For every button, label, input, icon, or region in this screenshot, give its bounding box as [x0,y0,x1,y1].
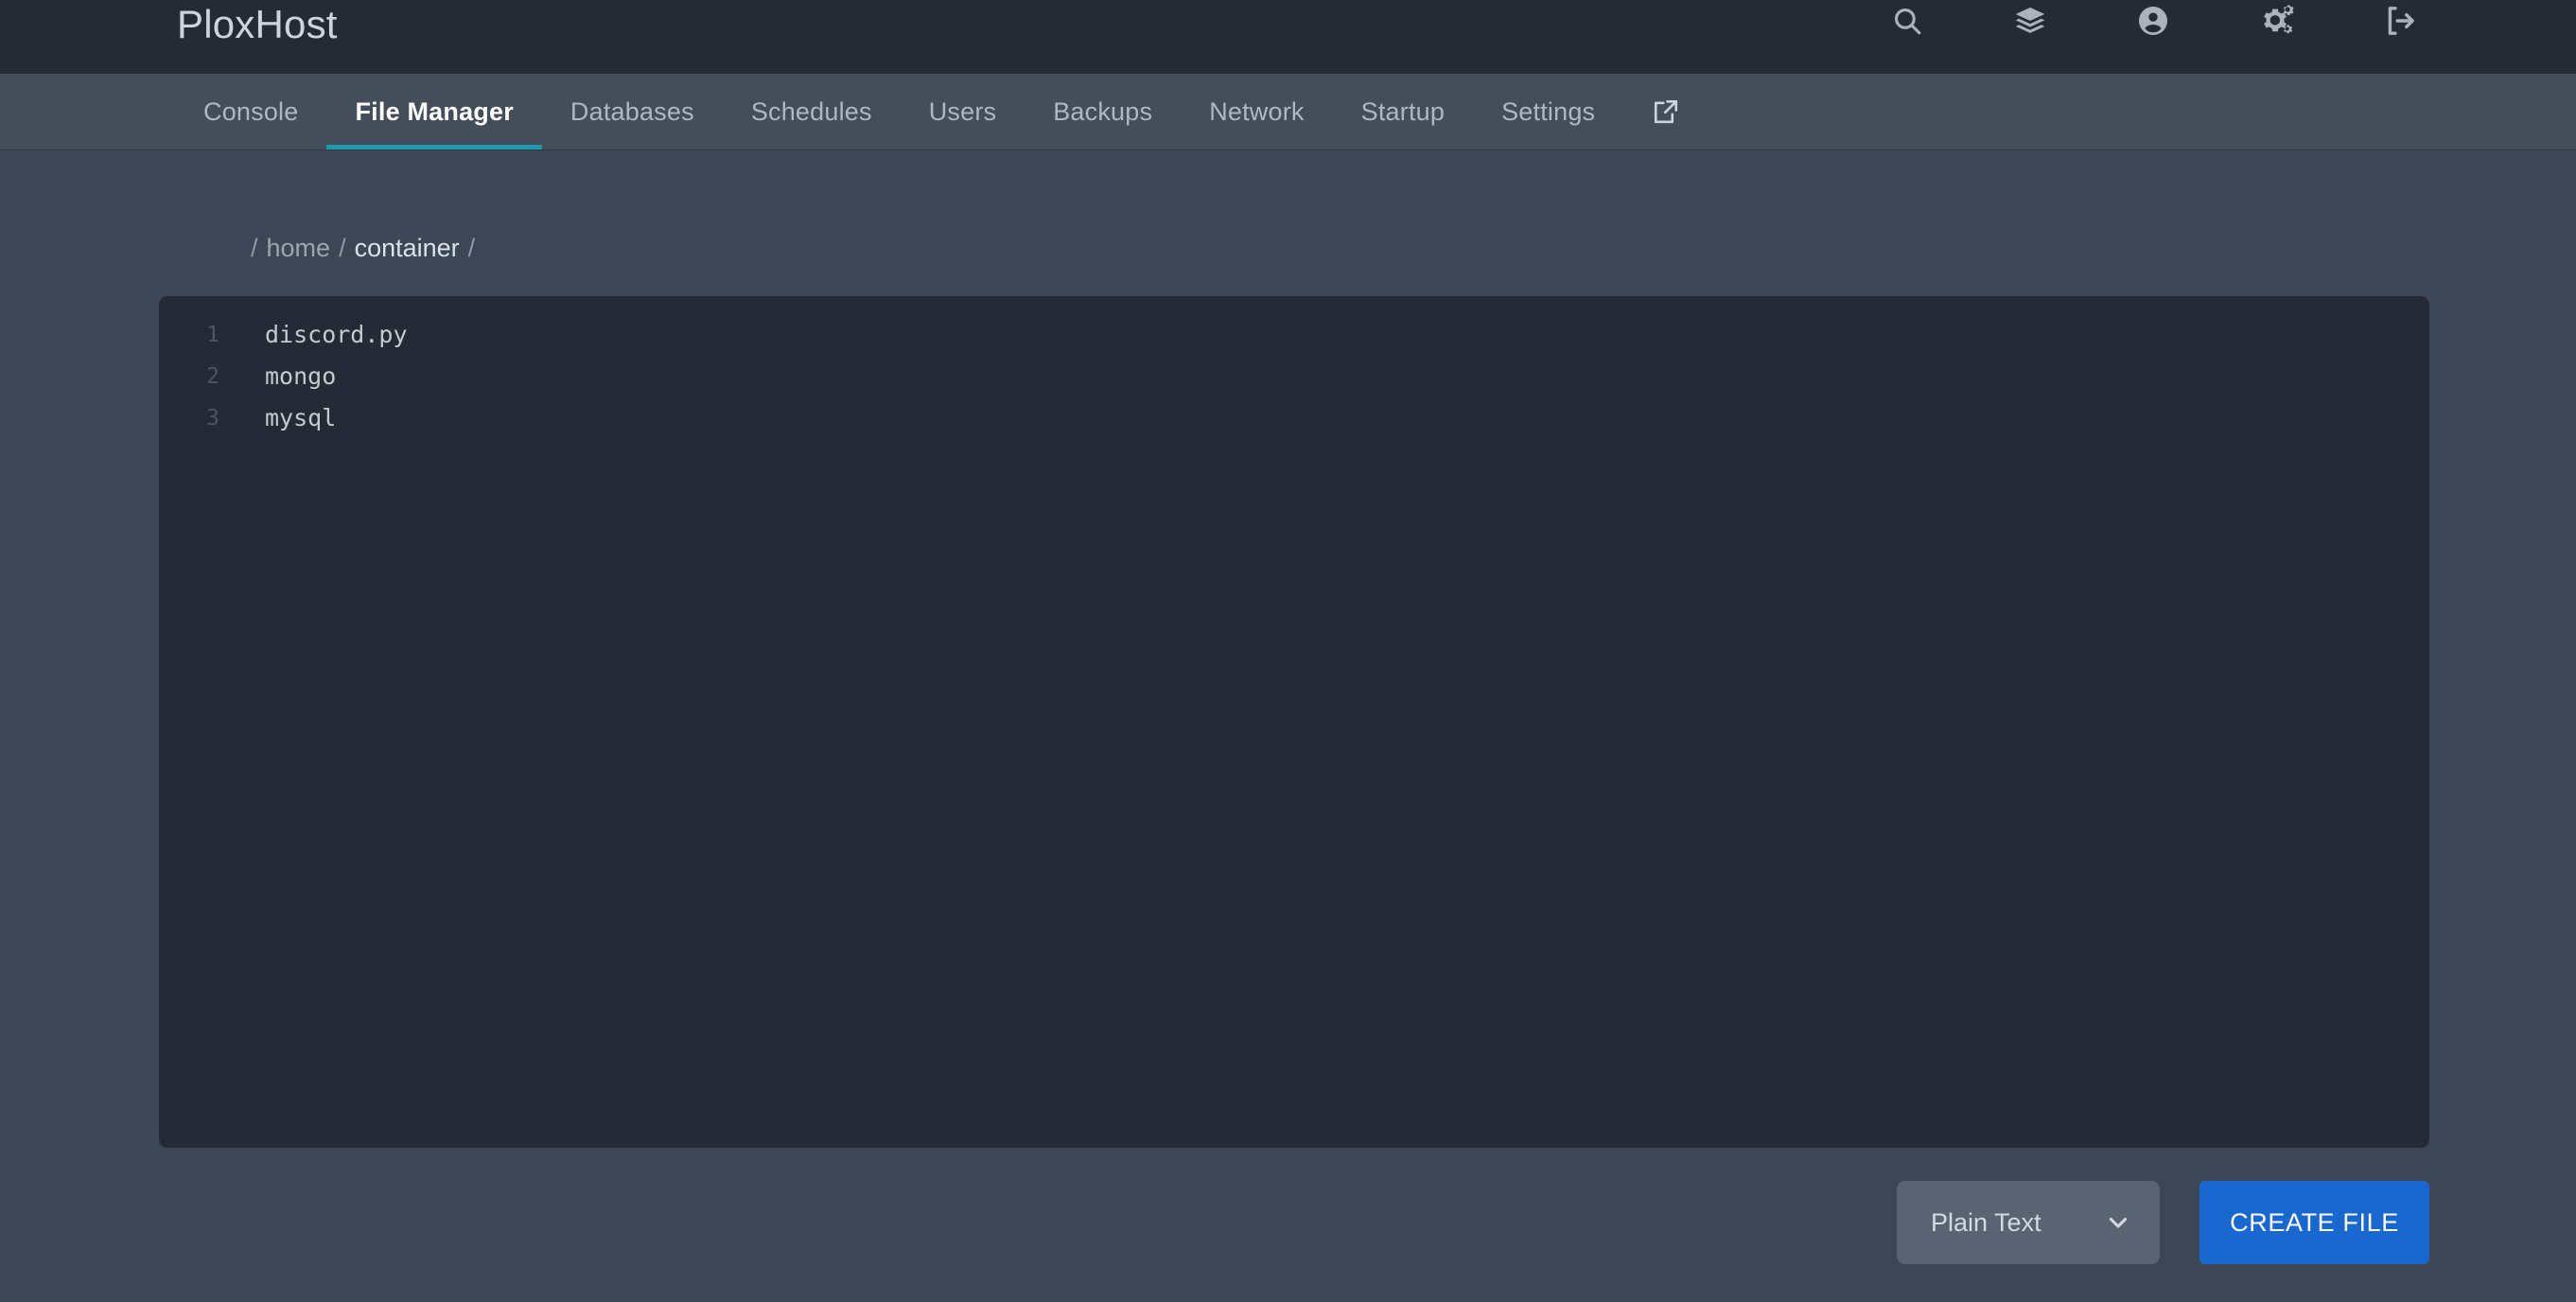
line-content[interactable]: discord.py [219,314,408,356]
editor-line-list: 1 discord.py 2 mongo 3 mysql [159,296,2429,439]
tab-backups-label: Backups [1053,97,1153,126]
top-header-bar: PloxHost [0,0,2576,74]
line-number: 2 [206,364,219,389]
tab-users-label: Users [928,97,997,126]
tab-network-label: Network [1209,97,1305,126]
line-number: 3 [206,406,219,431]
chevron-down-icon [2105,1209,2131,1236]
editor-line: 1 discord.py [159,314,2429,356]
language-select-value: Plain Text [1931,1207,2042,1237]
external-link-icon[interactable] [1623,74,1709,150]
tab-settings-label: Settings [1501,97,1596,126]
breadcrumb-item-home[interactable]: home [267,232,331,264]
line-content[interactable]: mongo [219,356,336,397]
account-circle-icon[interactable] [2132,0,2174,42]
logout-icon[interactable] [2378,0,2420,42]
tab-users[interactable]: Users [901,74,1025,150]
tab-file-manager[interactable]: File Manager [326,74,543,150]
main-content: / home / container / 1 discord.py 2 mong… [0,150,2576,1302]
nav-tab-list: Console File Manager Databases Schedules… [203,74,1709,150]
tab-settings[interactable]: Settings [1473,74,1623,150]
breadcrumb: / home / container / [251,232,483,264]
server-nav-bar: Console File Manager Databases Schedules… [0,74,2576,150]
tab-network[interactable]: Network [1181,74,1332,150]
tab-file-manager-label: File Manager [355,97,514,126]
breadcrumb-separator-1: / [339,234,346,262]
layers-icon[interactable] [2009,0,2051,42]
editor-line: 3 mysql [159,397,2429,439]
header-icon-group [1886,0,2420,42]
tab-console[interactable]: Console [203,74,326,150]
editor-action-row: Plain Text CREATE FILE [159,1180,2429,1265]
tab-schedules-label: Schedules [750,97,872,126]
brand-logo[interactable]: PloxHost [177,0,338,51]
tab-startup-label: Startup [1360,97,1446,126]
file-editor-panel[interactable]: 1 discord.py 2 mongo 3 mysql [159,296,2429,1148]
tab-startup[interactable]: Startup [1333,74,1473,150]
tab-schedules[interactable]: Schedules [723,74,901,150]
tab-databases[interactable]: Databases [542,74,723,150]
breadcrumb-separator-lead: / [251,234,258,262]
breadcrumb-item-container[interactable]: container [355,232,460,264]
tab-databases-label: Databases [570,97,694,126]
editor-line: 2 mongo [159,356,2429,397]
language-select[interactable]: Plain Text [1897,1181,2160,1264]
line-number: 1 [206,323,219,347]
search-icon[interactable] [1886,0,1928,42]
line-content[interactable]: mysql [219,397,336,439]
breadcrumb-separator-trailing: / [467,234,476,262]
cogs-icon[interactable] [2255,0,2297,42]
tab-console-label: Console [203,97,299,126]
create-file-button[interactable]: CREATE FILE [2199,1181,2429,1264]
tab-backups[interactable]: Backups [1025,74,1181,150]
